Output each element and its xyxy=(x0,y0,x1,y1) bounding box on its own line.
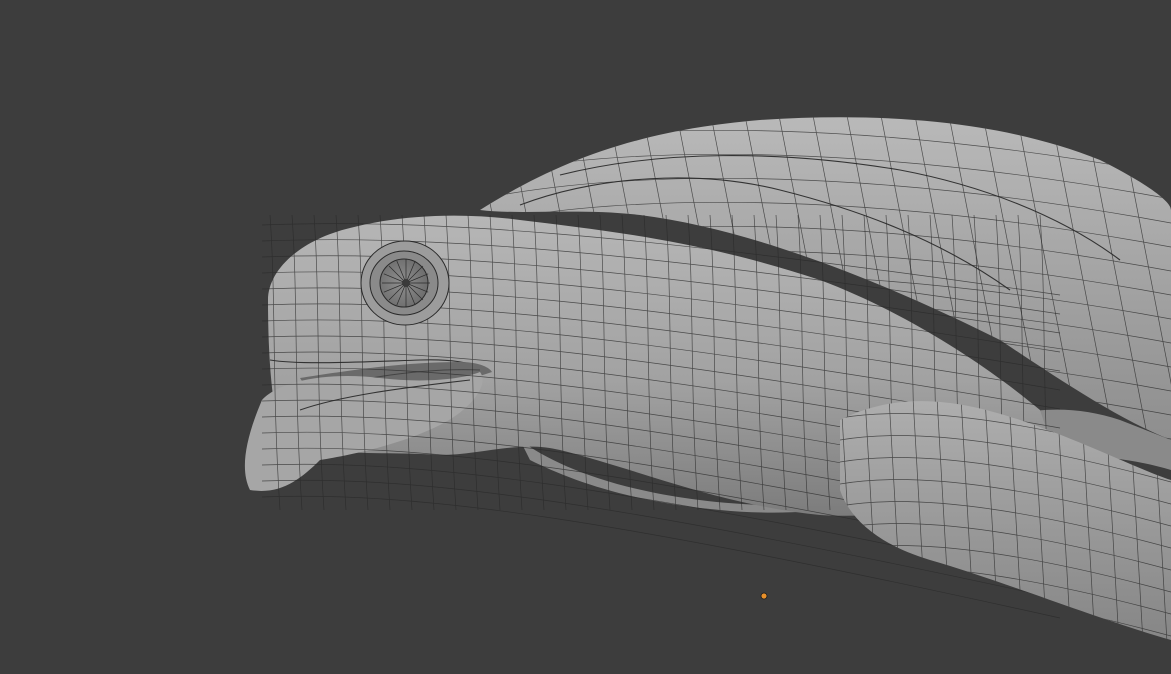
viewport-canvas[interactable] xyxy=(0,0,1171,674)
3d-viewport[interactable] xyxy=(0,0,1171,674)
object-origin-dot[interactable] xyxy=(760,592,768,600)
eye-mesh[interactable] xyxy=(360,240,450,326)
